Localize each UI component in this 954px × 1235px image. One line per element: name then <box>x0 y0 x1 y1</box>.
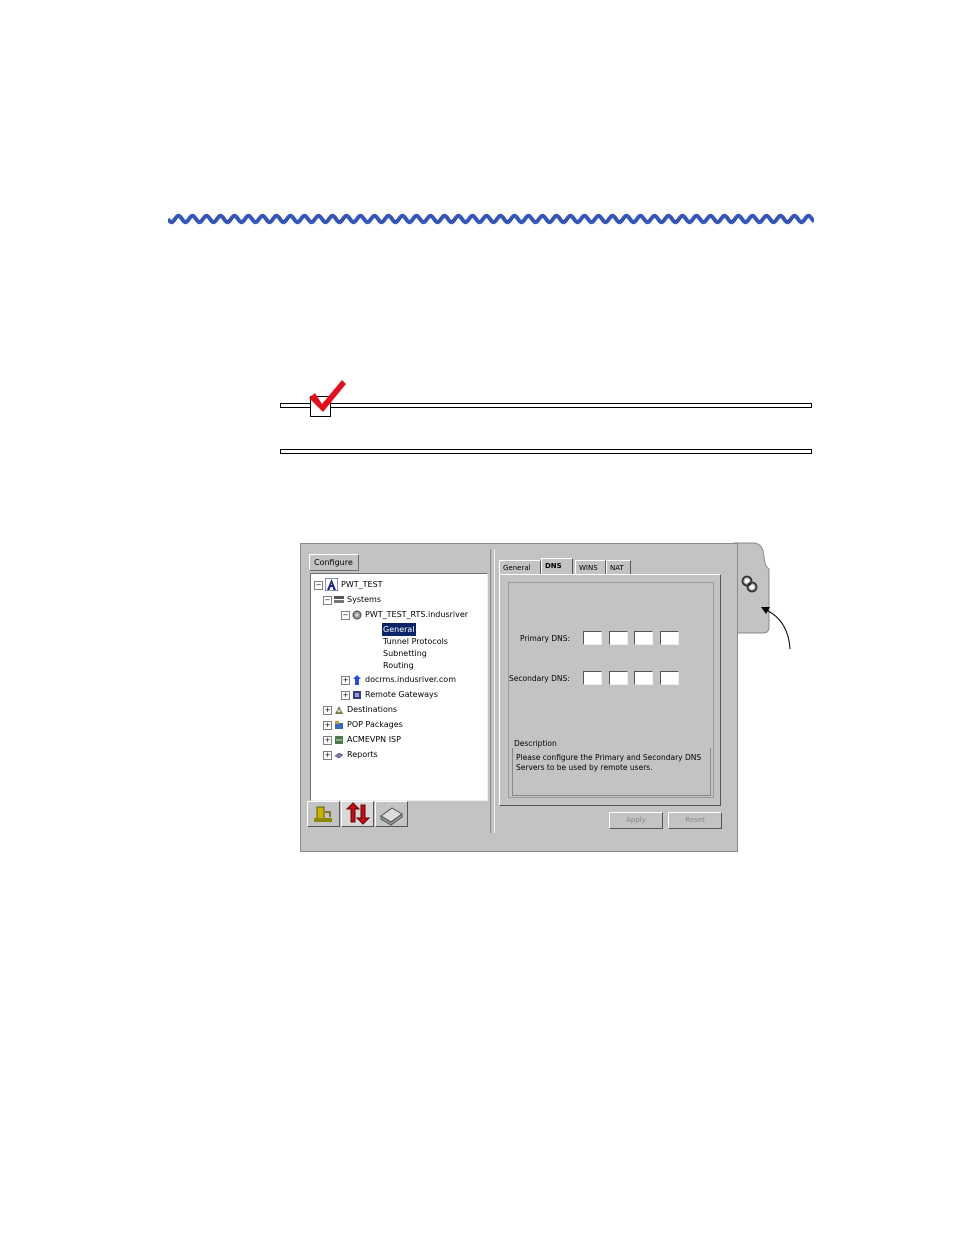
tree-item-label: Routing <box>383 661 414 670</box>
panel-splitter[interactable] <box>490 549 495 833</box>
note-top-rule <box>280 403 812 408</box>
systems-icon <box>334 595 346 604</box>
secondary-dns-octet-2[interactable] <box>609 671 628 685</box>
view-tabs <box>307 801 417 827</box>
view-tab-network[interactable] <box>307 801 340 827</box>
collapse-icon[interactable]: − <box>341 611 350 620</box>
disk-icon <box>380 807 403 826</box>
tree-item[interactable]: + docrms.indusriver.com <box>341 673 457 686</box>
configure-button[interactable]: Configure ▾ <box>309 554 359 583</box>
primary-dns-octet-4[interactable] <box>660 631 679 645</box>
primary-dns-octet-3[interactable] <box>634 631 653 645</box>
check-mark-icon <box>309 380 346 412</box>
logo-a-icon <box>325 578 340 591</box>
expand-icon[interactable]: + <box>323 721 332 730</box>
tree-item-label: Destinations <box>347 705 398 714</box>
tree-item[interactable]: + Remote Gateways <box>341 688 439 701</box>
tree-item-label: POP Packages <box>347 720 403 729</box>
tree-item[interactable]: − PWT_TEST_RTS.indusriver <box>341 608 469 621</box>
tree-item-label: ACMEVPN ISP <box>347 735 401 744</box>
package-icon <box>334 720 346 729</box>
wavy-header-rule <box>168 213 814 225</box>
server-icon <box>352 610 364 619</box>
tree-item[interactable]: + ACMEVPN ISP <box>323 733 402 746</box>
primary-dns-label: Primary DNS: <box>520 634 571 643</box>
expand-icon[interactable]: + <box>323 751 332 760</box>
tree-item-label: Systems <box>347 595 381 604</box>
tree-item[interactable]: + Destinations <box>323 703 398 716</box>
tree-item-label: Reports <box>347 750 378 759</box>
callout-arrow <box>761 607 791 650</box>
expand-icon[interactable]: + <box>323 706 332 715</box>
apply-button[interactable]: Apply <box>609 812 663 829</box>
expand-icon[interactable]: + <box>341 691 350 700</box>
tree-item[interactable]: − Systems <box>323 593 382 606</box>
tree-item-label: PWT_TEST_RTS.indusriver <box>365 610 469 619</box>
tree-item[interactable]: − PWT_TEST <box>314 578 384 591</box>
tab-wins[interactable]: WINS <box>575 560 606 574</box>
network-icon <box>314 806 332 822</box>
tree-item-label: PWT_TEST <box>341 580 383 589</box>
tree-item-label: Remote Gateways <box>365 690 438 699</box>
tab-general[interactable]: General <box>499 560 541 574</box>
primary-dns-octet-1[interactable] <box>583 631 602 645</box>
secondary-dns-label: Secondary DNS: <box>509 674 570 683</box>
secondary-dns-octet-1[interactable] <box>583 671 602 685</box>
expand-icon[interactable]: + <box>323 736 332 745</box>
reset-button[interactable]: Reset <box>668 812 722 829</box>
tree-item-label: docrms.indusriver.com <box>365 675 456 684</box>
secondary-dns-octet-3[interactable] <box>634 671 653 685</box>
expand-icon[interactable]: + <box>341 676 350 685</box>
view-tab-storage[interactable] <box>375 801 408 827</box>
note-bottom-rule <box>280 449 812 454</box>
gateway-icon <box>352 690 364 699</box>
view-tab-tunnels[interactable] <box>341 801 374 827</box>
tree-item[interactable]: + POP Packages <box>323 718 404 731</box>
primary-dns-octet-2[interactable] <box>609 631 628 645</box>
tab-nat[interactable]: NAT <box>606 560 631 574</box>
tree-item[interactable]: + Reports <box>323 748 379 761</box>
secondary-dns-octet-4[interactable] <box>660 671 679 685</box>
tree-item[interactable]: Routing <box>382 659 415 672</box>
destinations-icon <box>334 705 346 714</box>
description-text: Please configure the Primary and Seconda… <box>516 753 702 772</box>
collapse-icon[interactable]: − <box>314 581 323 590</box>
host-icon <box>352 674 364 685</box>
isp-icon <box>334 735 346 744</box>
navigation-tree[interactable]: − PWT_TEST − Systems − PWT_TEST_RTS.indusrive… <box>310 573 488 801</box>
tab-dns[interactable]: DNS <box>541 558 573 574</box>
collapse-icon[interactable]: − <box>323 596 332 605</box>
reports-icon <box>334 750 346 759</box>
up-down-arrows-icon <box>345 802 371 825</box>
description-title: Description <box>514 739 557 748</box>
